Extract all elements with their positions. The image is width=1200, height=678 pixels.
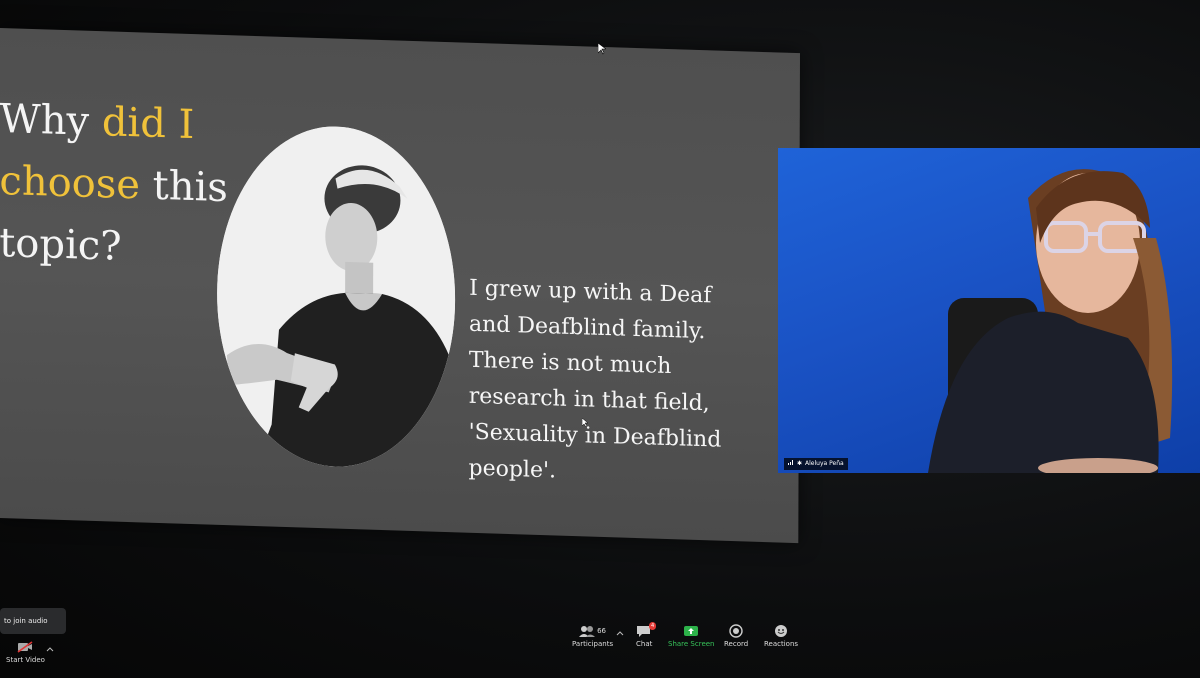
participants-icon: 66	[573, 624, 613, 638]
chevron-up-icon[interactable]	[42, 642, 58, 656]
participant-video[interactable]: ✱ Aleluya Peña	[778, 148, 1200, 473]
chat-button[interactable]: 4 Chat	[636, 622, 657, 648]
participant-name: Aleluya Peña	[805, 460, 844, 467]
reactions-icon	[773, 624, 789, 638]
slide-body-text: I grew up with a Deaf and Deafblind fami…	[468, 275, 722, 484]
chat-icon: 4	[636, 622, 657, 638]
cursor-icon	[581, 412, 589, 431]
chat-label: Chat	[636, 640, 653, 648]
chat-badge: 4	[648, 622, 657, 630]
reactions-label: Reactions	[764, 640, 799, 648]
participants-label: Participants	[572, 640, 614, 648]
record-icon	[728, 624, 744, 638]
speaker-portrait	[216, 122, 456, 471]
share-screen-label: Share Screen	[668, 640, 715, 648]
camera-off-icon	[17, 640, 33, 654]
pin-icon: ✱	[797, 460, 803, 467]
cursor-icon	[597, 40, 607, 59]
signal-icon	[788, 458, 794, 470]
record-label: Record	[724, 640, 749, 648]
title-part: Why	[0, 95, 102, 146]
meeting-toolbar: Start Video 66 Participants 4 Chat Share…	[0, 622, 1200, 678]
title-highlight: did I	[101, 99, 195, 149]
record-button[interactable]: Record	[724, 624, 748, 648]
title-highlight: choose	[0, 157, 141, 209]
chevron-up-icon[interactable]	[612, 626, 628, 640]
start-video-label: Start Video	[6, 656, 45, 664]
share-screen-button[interactable]: Share Screen	[668, 624, 715, 648]
participant-name-tag: ✱ Aleluya Peña	[784, 458, 848, 470]
participants-button[interactable]: 66 Participants	[572, 624, 613, 648]
share-screen-icon	[683, 624, 699, 638]
start-video-button[interactable]: Start Video	[6, 640, 45, 664]
shared-slide: Why did Ichoose this topic? I grew up wi…	[0, 28, 800, 544]
reactions-button[interactable]: Reactions	[764, 624, 798, 648]
participants-count: 66	[597, 627, 607, 635]
